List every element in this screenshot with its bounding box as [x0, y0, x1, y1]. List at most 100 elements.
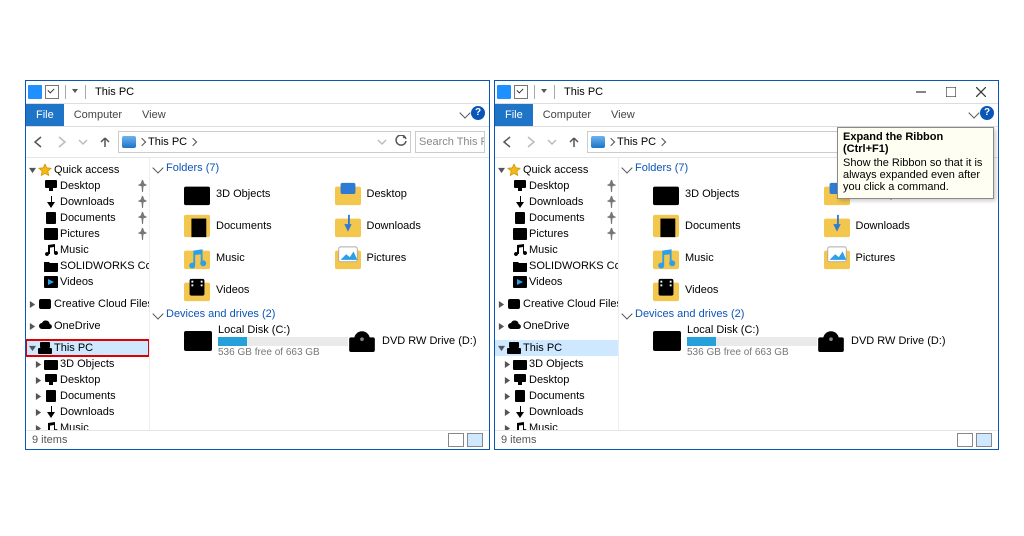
folder-item-videos[interactable]: Videos: [653, 274, 824, 306]
expand-icon[interactable]: [34, 360, 42, 368]
expand-icon[interactable]: [497, 300, 505, 308]
expand-icon[interactable]: [503, 246, 511, 254]
nav-quick-downloads[interactable]: Downloads: [26, 194, 149, 210]
title-bar[interactable]: This PC: [495, 81, 998, 104]
nav-quick-music[interactable]: Music: [26, 242, 149, 258]
nav-onedrive[interactable]: OneDrive: [26, 318, 149, 334]
tab-computer[interactable]: Computer: [64, 104, 132, 126]
nav-quick-solidworks co[interactable]: SOLIDWORKS Co: [495, 258, 618, 274]
address-bar[interactable]: This PC: [118, 131, 411, 153]
collapse-icon[interactable]: [152, 308, 163, 319]
nav-pc-3d objects[interactable]: 3D Objects: [26, 356, 149, 372]
nav-history-dropdown[interactable]: [74, 133, 92, 151]
search-input[interactable]: Search This PC: [415, 131, 485, 153]
folder-item-pictures[interactable]: Pictures: [335, 242, 486, 274]
nav-history-dropdown[interactable]: [543, 133, 561, 151]
nav-pc-desktop[interactable]: Desktop: [495, 372, 618, 388]
nav-pc-3d objects[interactable]: 3D Objects: [495, 356, 618, 372]
ribbon-expand-icon[interactable]: [459, 107, 470, 118]
nav-creative-cloud[interactable]: Creative Cloud Files: [495, 296, 618, 312]
qat-customize-icon[interactable]: [72, 89, 79, 96]
nav-quick-music[interactable]: Music: [495, 242, 618, 258]
nav-up-button[interactable]: [565, 133, 583, 151]
breadcrumb-chevron-icon[interactable]: [607, 138, 615, 146]
breadcrumb-this-pc[interactable]: This PC: [148, 136, 187, 148]
expand-icon[interactable]: [34, 214, 42, 222]
expand-icon[interactable]: [497, 322, 505, 330]
breadcrumb-chevron-icon[interactable]: [189, 138, 197, 146]
tab-computer[interactable]: Computer: [533, 104, 601, 126]
expand-icon[interactable]: [497, 344, 505, 352]
nav-quick-documents[interactable]: Documents: [26, 210, 149, 226]
expand-icon[interactable]: [34, 230, 42, 238]
nav-pc-downloads[interactable]: Downloads: [26, 404, 149, 420]
expand-icon[interactable]: [28, 166, 36, 174]
expand-icon[interactable]: [34, 198, 42, 206]
nav-this-pc[interactable]: This PC: [26, 340, 149, 356]
expand-icon[interactable]: [503, 408, 511, 416]
folder-item-music[interactable]: Music: [653, 242, 824, 274]
expand-icon[interactable]: [34, 262, 42, 270]
folder-item-downloads[interactable]: Downloads: [824, 210, 995, 242]
window-maximize-button[interactable]: [936, 81, 966, 103]
nav-creative-cloud[interactable]: Creative Cloud Files: [26, 296, 149, 312]
folder-item-documents[interactable]: Documents: [184, 210, 335, 242]
nav-quick-videos[interactable]: Videos: [26, 274, 149, 290]
breadcrumb-this-pc[interactable]: This PC: [617, 136, 656, 148]
folder-item-videos[interactable]: Videos: [184, 274, 335, 306]
nav-back-button[interactable]: [499, 133, 517, 151]
breadcrumb-chevron-icon[interactable]: [658, 138, 666, 146]
nav-quick-pictures[interactable]: Pictures: [26, 226, 149, 242]
expand-icon[interactable]: [503, 230, 511, 238]
tab-view[interactable]: View: [601, 104, 645, 126]
nav-quick-desktop[interactable]: Desktop: [26, 178, 149, 194]
nav-quick-access[interactable]: Quick access: [26, 162, 149, 178]
expand-icon[interactable]: [503, 214, 511, 222]
view-tiles-button[interactable]: [976, 433, 992, 447]
nav-pc-documents[interactable]: Documents: [495, 388, 618, 404]
folder-item-desktop[interactable]: Desktop: [335, 178, 486, 210]
nav-quick-access[interactable]: Quick access: [495, 162, 618, 178]
collapse-icon[interactable]: [621, 162, 632, 173]
collapse-icon[interactable]: [152, 162, 163, 173]
expand-icon[interactable]: [34, 246, 42, 254]
group-drives-header[interactable]: Devices and drives (2): [623, 308, 994, 320]
qat-properties-icon[interactable]: [45, 85, 59, 99]
nav-this-pc[interactable]: This PC: [495, 340, 618, 356]
folder-item-3d objects[interactable]: 3D Objects: [184, 178, 335, 210]
drive-local-c[interactable]: Local Disk (C:) 536 GB free of 663 GB: [184, 324, 348, 358]
folder-item-pictures[interactable]: Pictures: [824, 242, 995, 274]
expand-icon[interactable]: [34, 408, 42, 416]
expand-icon[interactable]: [503, 392, 511, 400]
address-dropdown-icon[interactable]: [373, 133, 391, 151]
nav-quick-pictures[interactable]: Pictures: [495, 226, 618, 242]
window-close-button[interactable]: [966, 81, 996, 103]
folder-item-documents[interactable]: Documents: [653, 210, 824, 242]
qat-customize-icon[interactable]: [541, 89, 548, 96]
nav-up-button[interactable]: [96, 133, 114, 151]
expand-icon[interactable]: [34, 182, 42, 190]
title-bar[interactable]: This PC: [26, 81, 489, 104]
group-folders-header[interactable]: Folders (7): [154, 162, 485, 174]
folder-item-downloads[interactable]: Downloads: [335, 210, 486, 242]
window-minimize-button[interactable]: [906, 81, 936, 103]
expand-icon[interactable]: [503, 198, 511, 206]
nav-quick-documents[interactable]: Documents: [495, 210, 618, 226]
nav-quick-downloads[interactable]: Downloads: [495, 194, 618, 210]
expand-icon[interactable]: [503, 262, 511, 270]
nav-pc-downloads[interactable]: Downloads: [495, 404, 618, 420]
tab-file[interactable]: File: [26, 104, 64, 126]
group-drives-header[interactable]: Devices and drives (2): [154, 308, 485, 320]
folder-item-3d objects[interactable]: 3D Objects: [653, 178, 824, 210]
view-details-button[interactable]: [957, 433, 973, 447]
ribbon-expand-icon[interactable]: [968, 107, 979, 118]
drive-dvd-d[interactable]: DVD RW Drive (D:): [817, 324, 994, 358]
drive-local-c[interactable]: Local Disk (C:) 536 GB free of 663 GB: [653, 324, 817, 358]
expand-icon[interactable]: [34, 392, 42, 400]
expand-icon[interactable]: [503, 278, 511, 286]
breadcrumb-chevron-icon[interactable]: [138, 138, 146, 146]
expand-icon[interactable]: [28, 322, 36, 330]
nav-pc-music[interactable]: Music: [26, 420, 149, 430]
expand-icon[interactable]: [503, 182, 511, 190]
view-details-button[interactable]: [448, 433, 464, 447]
